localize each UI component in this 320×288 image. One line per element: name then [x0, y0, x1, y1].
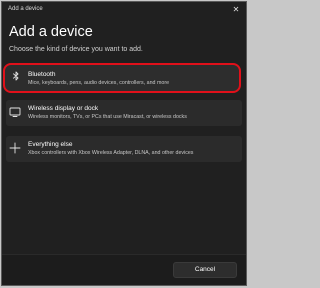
add-device-window: Add a device ✕ Add a device Choose the k… [1, 1, 247, 286]
monitor-icon [9, 107, 21, 117]
option-wireless-display[interactable]: Wireless display or dock Wireless monito… [6, 100, 242, 126]
plus-icon [9, 142, 21, 154]
page-subtitle: Choose the kind of device you want to ad… [9, 46, 143, 53]
option-everything-else-description: Xbox controllers with Xbox Wireless Adap… [28, 150, 194, 156]
option-wireless-display-title: Wireless display or dock [28, 105, 99, 112]
option-wireless-display-description: Wireless monitors, TVs, or PCs that use … [28, 114, 187, 120]
close-icon[interactable]: ✕ [230, 4, 242, 16]
bluetooth-icon [13, 71, 19, 81]
option-everything-else-title: Everything else [28, 141, 73, 148]
option-bluetooth-description: Mice, keyboards, pens, audio devices, co… [28, 80, 170, 86]
page-title: Add a device [9, 24, 93, 40]
option-bluetooth-title: Bluetooth [28, 71, 56, 78]
dialog-footer: Cancel [2, 254, 246, 285]
title-bar: Add a device ✕ [2, 2, 246, 18]
cancel-button[interactable]: Cancel [173, 262, 237, 278]
option-everything-else[interactable]: Everything else Xbox controllers with Xb… [6, 136, 242, 162]
window-title: Add a device [8, 6, 43, 12]
option-bluetooth[interactable]: Bluetooth Mice, keyboards, pens, audio d… [3, 63, 241, 93]
